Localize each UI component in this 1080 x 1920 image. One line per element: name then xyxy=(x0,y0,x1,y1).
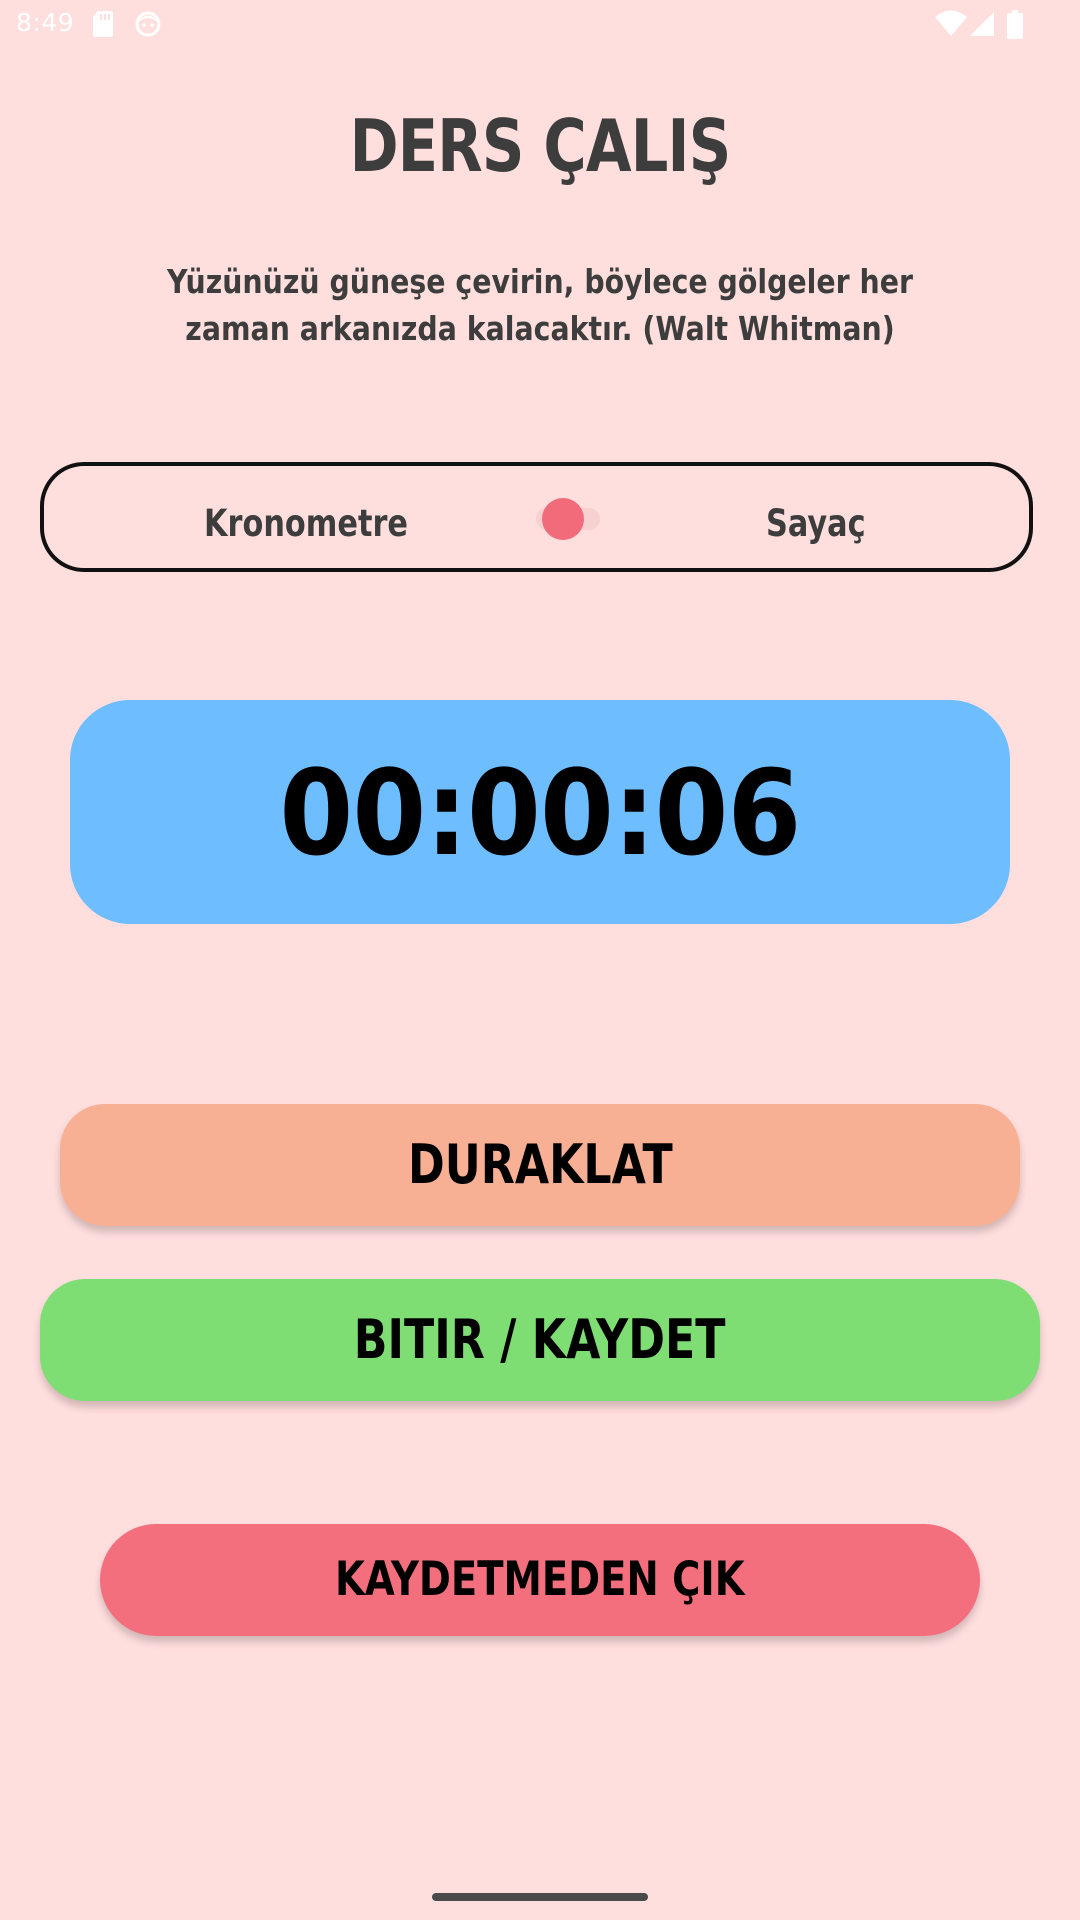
switch-thumb xyxy=(542,498,584,540)
quote-text: Yüzünüzü güneşe çevirin, böylece gölgele… xyxy=(167,262,913,348)
pause-button-label: DURAKLAT xyxy=(407,1133,673,1196)
timer-value: 00:00:06 xyxy=(279,744,801,882)
countdown-label: Sayaç xyxy=(766,502,866,545)
finish-save-button[interactable]: BITIR / KAYDET xyxy=(40,1279,1040,1401)
exit-button-label: KAYDETMEDEN ÇIK xyxy=(335,1552,745,1607)
signal-icon xyxy=(970,12,994,36)
status-bar: 8:49 xyxy=(0,0,1080,50)
wifi-icon xyxy=(935,10,967,36)
home-indicator[interactable] xyxy=(432,1893,648,1901)
timer-display: 00:00:06 xyxy=(70,700,1010,924)
status-time: 8:49 xyxy=(16,8,75,37)
battery-icon xyxy=(1007,10,1023,39)
page-title: DERS ÇALIŞ xyxy=(349,104,732,188)
exit-without-saving-button[interactable]: KAYDETMEDEN ÇIK xyxy=(100,1524,980,1636)
pause-button[interactable]: DURAKLAT xyxy=(60,1104,1020,1226)
sd-card-icon xyxy=(93,11,113,37)
mode-toggle-switch[interactable] xyxy=(506,498,610,540)
finish-save-button-label: BITIR / KAYDET xyxy=(354,1308,726,1371)
stopwatch-label: Kronometre xyxy=(204,502,409,545)
face-icon xyxy=(135,11,161,37)
mode-selector: Kronometre Sayaç xyxy=(40,462,1033,572)
